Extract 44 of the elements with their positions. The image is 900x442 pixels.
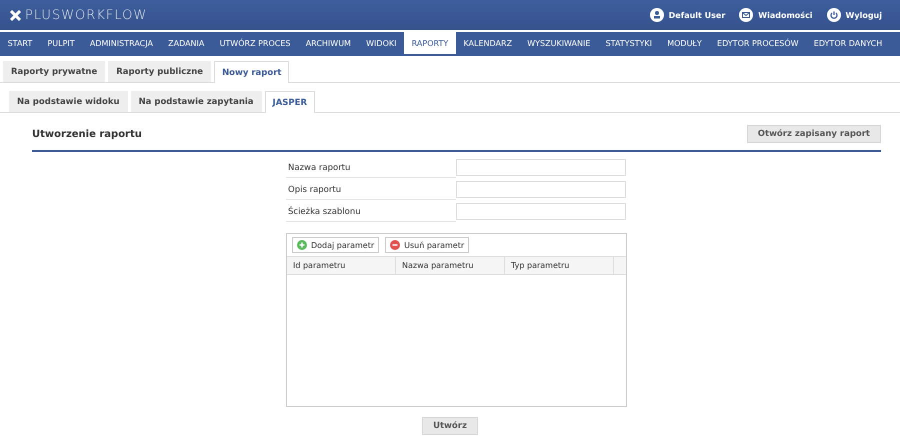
nav-tab[interactable]: EDYTOR PROCESÓW [709,32,806,54]
add-parameter-button[interactable]: Dodaj parametr [292,237,380,253]
remove-parameter-button[interactable]: Usuń parametr [385,237,470,253]
column-header[interactable]: Typ parametru [505,257,614,274]
input-field[interactable] [456,181,626,198]
logo-text: PLUSWORKFLOW [25,8,148,22]
input-field[interactable] [456,203,626,220]
nav-tab[interactable]: UTWÓRZ PROCES [212,32,298,54]
nav-tab[interactable]: ZADANIA [160,32,212,54]
logo-icon [10,10,21,20]
field-label: Ścieżka szablonu [286,203,456,222]
column-header[interactable]: Nazwa parametru [396,257,505,274]
header-link[interactable]: Default User [650,8,726,22]
tab[interactable]: Raporty publiczne [108,61,212,82]
minus-icon [390,240,400,250]
mail-icon [739,8,754,22]
create-button[interactable]: Utwórz [422,417,478,435]
nav-tab[interactable]: WYSZUKIWANIE [520,32,598,54]
nav-tab[interactable]: MODUŁY [660,32,710,54]
tab[interactable]: Na podstawie zapytania [130,91,262,112]
nav-tab[interactable]: ADMINISTRACJA [82,32,161,54]
tab[interactable]: Raporty prywatne [3,61,106,82]
nav-tab[interactable]: PULPIT [40,32,82,54]
tab[interactable]: Nowy raport [214,61,290,83]
nav-tab[interactable]: EDYTOR DANYCH [806,32,890,54]
nav-tab[interactable]: START [0,32,40,54]
nav-tab[interactable]: RAPORTY [404,32,456,54]
open-saved-report-button[interactable]: Otwórz zapisany raport [746,125,881,143]
nav-tab[interactable]: KALENDARZ [456,32,520,54]
nav-tab[interactable]: WIDOKI [358,32,404,54]
tab[interactable]: JASPER [264,91,315,113]
column-header[interactable]: Id parametru [287,257,396,274]
plus-icon [297,240,307,250]
input-field[interactable] [456,159,626,176]
nav-tab[interactable]: STATYSTYKI [598,32,660,54]
power-icon [826,8,841,22]
field-label: Nazwa raportu [286,159,456,178]
nav-tab[interactable]: ARCHIWUM [298,32,359,54]
user-icon [650,8,664,22]
header-link[interactable]: Wiadomości [739,8,813,22]
section-title: Utworzenie raportu [32,128,142,140]
field-label: Opis raportu [286,181,456,200]
tab[interactable]: Na podstawie widoku [9,91,128,112]
header-link[interactable]: Wyloguj [826,8,882,22]
